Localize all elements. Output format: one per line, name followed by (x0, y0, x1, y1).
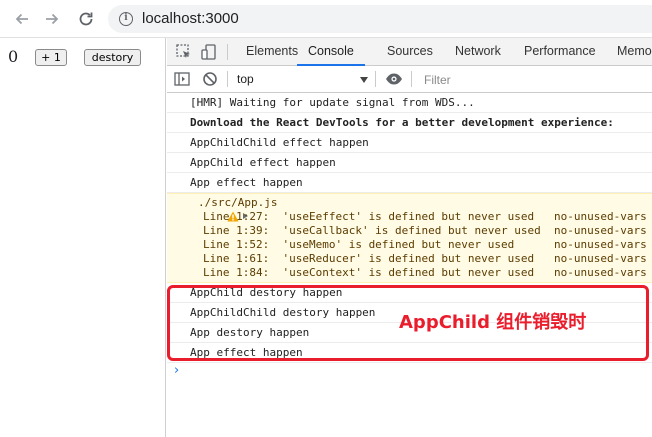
tab-console[interactable]: Console (297, 38, 365, 66)
warning-line: Line 1:52: 'useMemo' is defined but neve… (203, 238, 647, 251)
counter-value: 0 (8, 47, 19, 66)
context-selector[interactable]: top (237, 70, 369, 89)
console-message: Download the React DevTools for a better… (167, 113, 652, 133)
back-arrow-icon[interactable] (12, 9, 32, 29)
tab-performance[interactable]: Performance (524, 38, 596, 66)
url-text[interactable]: localhost:3000 (142, 10, 239, 27)
tab-sources[interactable]: Sources (387, 38, 433, 66)
toolbar-separator (411, 71, 412, 87)
warning-line: Line 1:61: 'useReducer' is defined but n… (203, 252, 647, 265)
console-prompt-icon[interactable]: › (174, 363, 179, 378)
devtools-panel: Elements Console Sources Network Perform… (167, 38, 652, 437)
tab-elements[interactable]: Elements (246, 38, 298, 66)
context-value: top (237, 72, 254, 86)
console-message: AppChildChild effect happen (167, 133, 652, 153)
warning-line: Line 1:27: 'useEeffect' is defined but n… (203, 210, 647, 223)
filter-input[interactable] (417, 69, 652, 90)
toolbar-separator (375, 71, 376, 87)
tab-memory[interactable]: Memo (617, 38, 652, 66)
console-warning: ./src/App.js Line 1:27: 'useEeffect' is … (167, 193, 652, 283)
sidebar-toggle-icon[interactable] (173, 70, 191, 88)
console-message: [HMR] Waiting for update signal from WDS… (167, 93, 652, 113)
devtools-tabbar: Elements Console Sources Network Perform… (167, 38, 652, 66)
reload-icon[interactable] (76, 9, 96, 29)
message-text: AppChild effect happen (190, 156, 336, 169)
console-toolbar: top (167, 66, 652, 93)
site-info-icon[interactable]: i (119, 12, 133, 26)
message-text: [HMR] Waiting for update signal from WDS… (190, 96, 475, 109)
clear-console-icon[interactable] (201, 70, 219, 88)
console-messages: [HMR] Waiting for update signal from WDS… (167, 93, 652, 437)
forward-arrow-icon[interactable] (42, 9, 62, 29)
toolbar-separator (227, 71, 228, 87)
increment-button[interactable]: + 1 (35, 49, 67, 66)
address-bar[interactable]: i localhost:3000 (108, 5, 652, 33)
message-text: Download the React DevTools for a better… (190, 116, 621, 129)
eye-icon[interactable] (385, 70, 403, 88)
message-text: AppChildChild effect happen (190, 136, 369, 149)
warning-source[interactable]: ./src/App.js (198, 196, 277, 209)
tab-network[interactable]: Network (455, 38, 501, 66)
console-message: App effect happen (167, 173, 652, 193)
message-text: App effect happen (190, 176, 303, 189)
console-message: AppChild effect happen (167, 153, 652, 173)
inspect-element-icon[interactable] (175, 43, 193, 61)
device-toolbar-icon[interactable] (200, 43, 218, 61)
destroy-button[interactable]: destory (84, 49, 141, 66)
warning-line: Line 1:84: 'useContext' is defined but n… (203, 266, 647, 279)
page-viewport: 0 + 1 destory (0, 38, 166, 437)
tab-separator (227, 44, 228, 60)
browser-toolbar: i localhost:3000 (0, 0, 652, 38)
warning-line: Line 1:39: 'useCallback' is defined but … (203, 224, 647, 237)
annotation-label: AppChild 组件销毁时 (399, 312, 587, 333)
